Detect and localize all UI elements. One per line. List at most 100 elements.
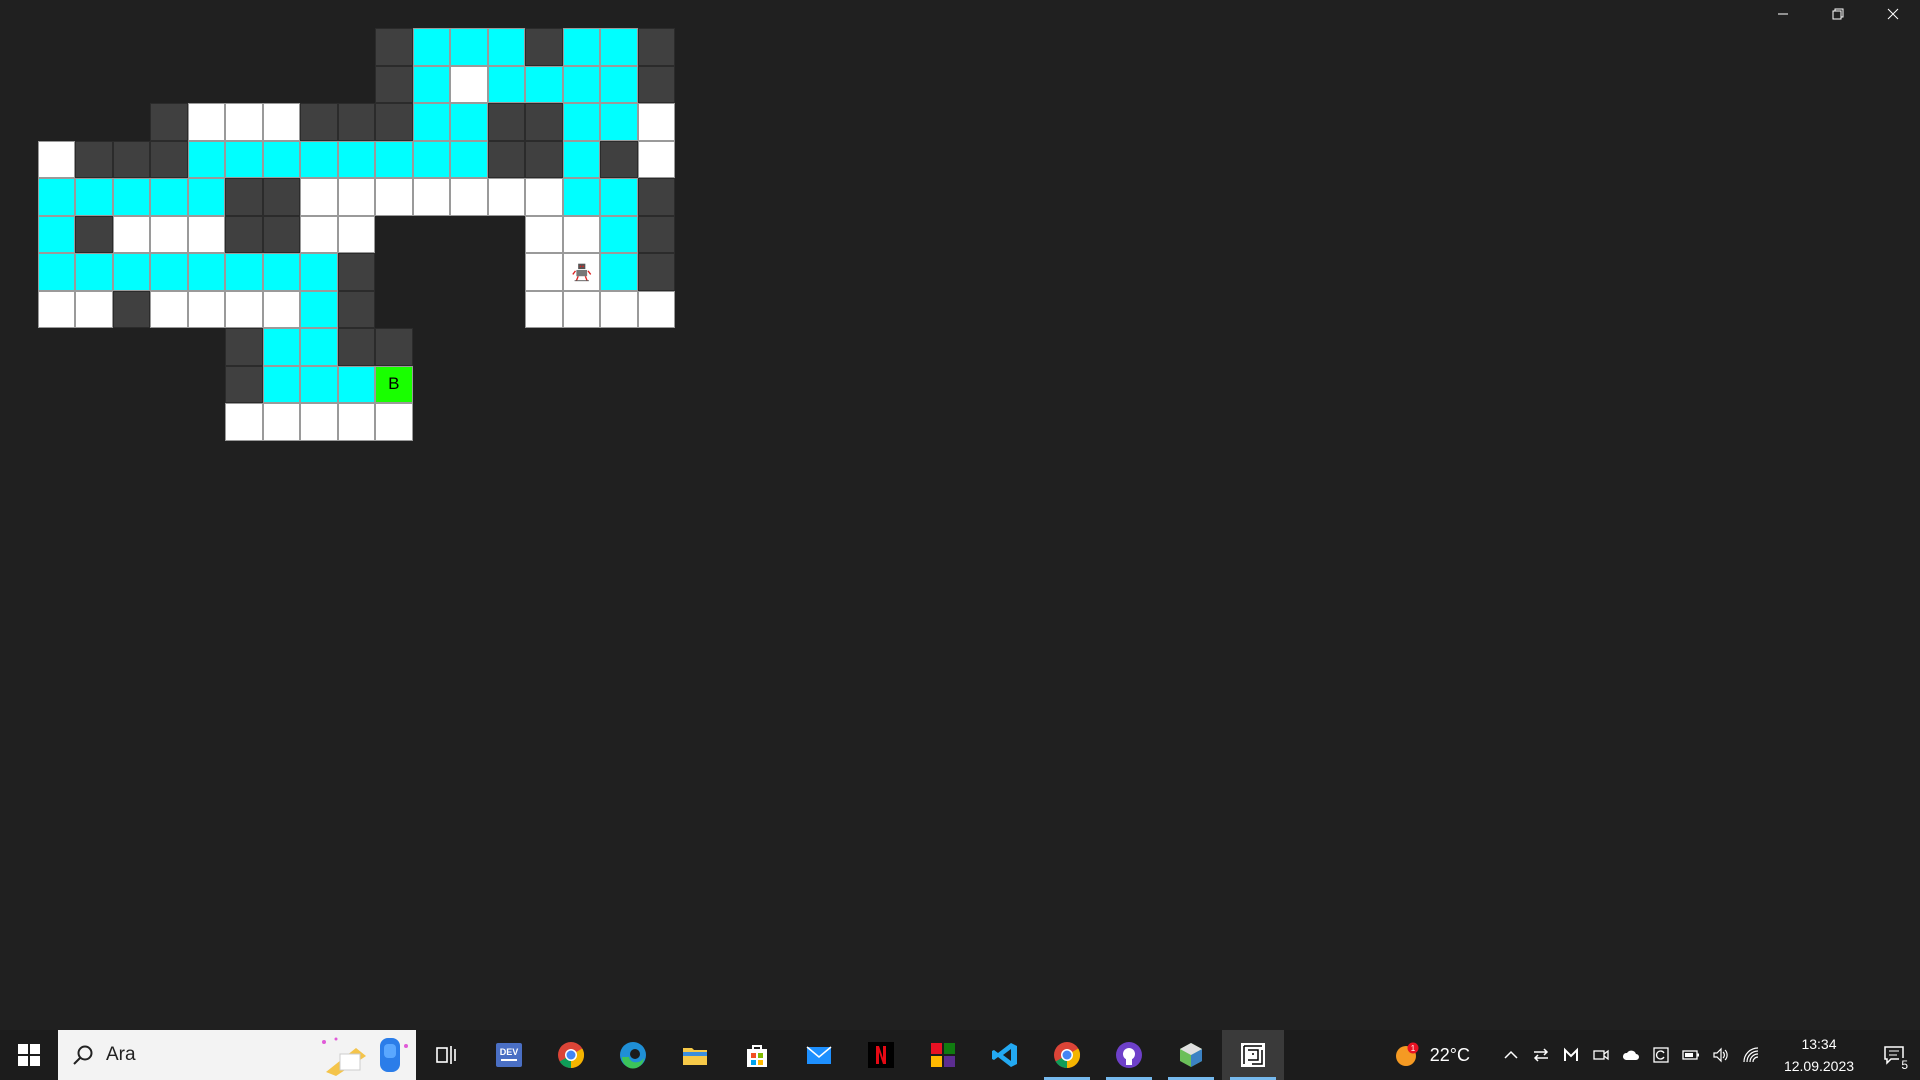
search-box[interactable]: Ara (58, 1030, 416, 1080)
cube-icon (1180, 1043, 1202, 1067)
github-desktop-app[interactable] (1098, 1030, 1160, 1080)
edge-app[interactable] (602, 1030, 664, 1080)
open-cell (300, 178, 338, 216)
wall-cell (487, 103, 525, 141)
network-button[interactable] (1736, 1030, 1766, 1080)
visited-cell (262, 140, 300, 178)
chrome-app[interactable] (540, 1030, 602, 1080)
wall-cell (375, 103, 413, 141)
visited-cell (187, 253, 225, 291)
open-cell (525, 178, 563, 216)
tray-cloud-button[interactable] (1616, 1030, 1646, 1080)
open-cell (337, 178, 375, 216)
taskbar: Ara DEV 1 22°C 13:34 12.09.2023 5 (0, 1030, 1920, 1080)
wall-cell (225, 365, 263, 403)
visited-cell (187, 140, 225, 178)
bars-m-icon (1564, 1047, 1578, 1061)
wall-cell (225, 215, 263, 253)
chrome-icon (1054, 1042, 1081, 1069)
open-cell (37, 290, 75, 328)
visited-cell (562, 140, 600, 178)
volume-button[interactable] (1706, 1030, 1736, 1080)
open-cell (300, 403, 338, 441)
github-icon (1116, 1042, 1142, 1068)
box-app[interactable] (1160, 1030, 1222, 1080)
chrome-app-2[interactable] (1036, 1030, 1098, 1080)
visited-cell (487, 28, 525, 66)
colorful-grid-icon (931, 1043, 955, 1067)
wall-cell (375, 28, 413, 66)
visited-cell (525, 65, 563, 103)
visited-cell (112, 178, 150, 216)
visited-cell (37, 215, 75, 253)
open-cell (375, 178, 413, 216)
visited-cell (75, 253, 113, 291)
netflix-app[interactable] (850, 1030, 912, 1080)
visited-cell (300, 253, 338, 291)
open-cell (75, 290, 113, 328)
devtoys-app[interactable]: DEV (478, 1030, 540, 1080)
visited-cell (600, 178, 638, 216)
wall-cell (525, 140, 563, 178)
open-cell (637, 103, 675, 141)
edge-icon (620, 1042, 646, 1069)
notification-count: 5 (1899, 1058, 1910, 1072)
notifications-button[interactable]: 5 (1868, 1030, 1920, 1080)
weather-widget[interactable]: 1 22°C (1394, 1042, 1470, 1068)
chrome-icon (558, 1042, 585, 1069)
open-cell (375, 403, 413, 441)
open-cell (187, 290, 225, 328)
speaker-icon (1713, 1047, 1728, 1063)
maze-grid: B (0, 0, 1920, 1000)
wall-cell (75, 140, 113, 178)
visited-cell (412, 103, 450, 141)
visited-cell (600, 215, 638, 253)
clock[interactable]: 13:34 12.09.2023 (1770, 1033, 1868, 1077)
wall-cell (75, 215, 113, 253)
tray-update-button[interactable] (1646, 1030, 1676, 1080)
camera-icon (1593, 1049, 1609, 1061)
start-button[interactable] (0, 1030, 58, 1080)
open-cell (262, 290, 300, 328)
refresh-icon (1653, 1047, 1669, 1063)
visited-cell (150, 178, 188, 216)
vscode-app[interactable] (974, 1030, 1036, 1080)
show-hidden-icons-button[interactable] (1496, 1030, 1526, 1080)
open-cell (187, 103, 225, 141)
visited-cell (300, 328, 338, 366)
task-view-button[interactable] (416, 1030, 478, 1080)
swap-arrows-icon (1533, 1048, 1549, 1062)
colorful-app[interactable] (912, 1030, 974, 1080)
open-cell (262, 103, 300, 141)
wall-cell (637, 65, 675, 103)
tray-app-m-button[interactable] (1556, 1030, 1586, 1080)
visited-cell (562, 65, 600, 103)
vscode-icon (992, 1043, 1017, 1067)
visited-cell (150, 253, 188, 291)
visited-cell (487, 65, 525, 103)
tray-camera-button[interactable] (1586, 1030, 1616, 1080)
wall-cell (262, 178, 300, 216)
mail-app[interactable] (788, 1030, 850, 1080)
open-cell (412, 178, 450, 216)
battery-button[interactable] (1676, 1030, 1706, 1080)
microsoft-store-app[interactable] (726, 1030, 788, 1080)
visited-cell (600, 28, 638, 66)
open-cell (600, 290, 638, 328)
file-explorer-app[interactable] (664, 1030, 726, 1080)
visited-cell (600, 65, 638, 103)
open-cell (150, 290, 188, 328)
wall-cell (225, 178, 263, 216)
maze-app[interactable] (1222, 1030, 1284, 1080)
open-cell (337, 403, 375, 441)
tray-sync-button[interactable] (1526, 1030, 1556, 1080)
open-cell (150, 215, 188, 253)
visited-cell (337, 140, 375, 178)
weather-temperature: 22°C (1429, 1044, 1470, 1065)
visited-cell (37, 178, 75, 216)
clock-time: 13:34 (1801, 1036, 1837, 1052)
visited-cell (75, 178, 113, 216)
visited-cell (562, 28, 600, 66)
wall-cell (525, 103, 563, 141)
open-cell (525, 290, 563, 328)
